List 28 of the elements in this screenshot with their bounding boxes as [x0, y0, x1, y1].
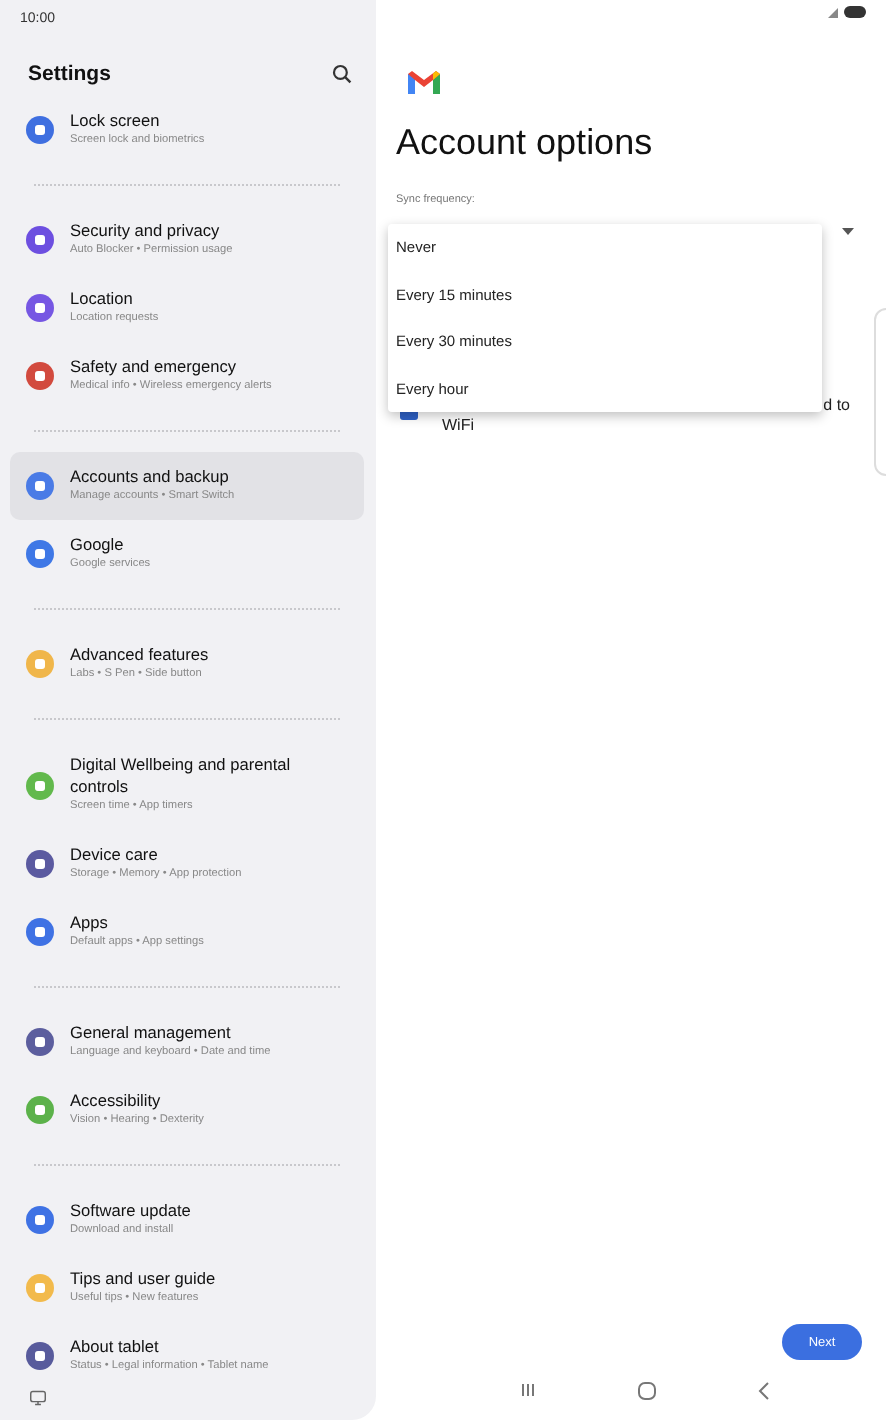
item-title: Device care: [70, 844, 160, 866]
item-title: Advanced features: [70, 644, 209, 666]
settings-title: Settings: [28, 62, 111, 86]
home-icon[interactable]: [638, 1381, 656, 1399]
page-title: Account options: [396, 122, 655, 164]
item-title: Accounts and backup: [70, 466, 231, 488]
checkbox-label: d to: [823, 396, 850, 414]
item-title: Digital Wellbeing and parental controls: [70, 754, 293, 798]
item-title: Apps: [70, 912, 110, 934]
item-title: Safety and emergency: [70, 356, 239, 378]
tablet-icon[interactable]: [26, 1390, 50, 1406]
item-title: Accessibility: [70, 1090, 163, 1112]
signal-icon: [828, 7, 838, 17]
mail-logo-icon: [408, 70, 440, 94]
checkbox-label: WiFi: [442, 416, 476, 434]
item-title: About tablet: [70, 1336, 161, 1358]
back-icon[interactable]: [758, 1381, 770, 1399]
item-title: Software update: [70, 1200, 191, 1222]
caret-icon[interactable]: [842, 228, 854, 236]
item-title: Tips and user guide: [70, 1268, 216, 1290]
recent-apps-icon[interactable]: [520, 1382, 536, 1398]
item-title: Security and privacy: [70, 220, 222, 242]
battery-icon: [844, 6, 866, 18]
item-title: Lock screen: [70, 110, 162, 132]
item-title: Location: [70, 288, 135, 310]
item-title: Google: [70, 534, 126, 556]
search-icon[interactable]: [332, 64, 352, 84]
item-title: General management: [70, 1022, 233, 1044]
